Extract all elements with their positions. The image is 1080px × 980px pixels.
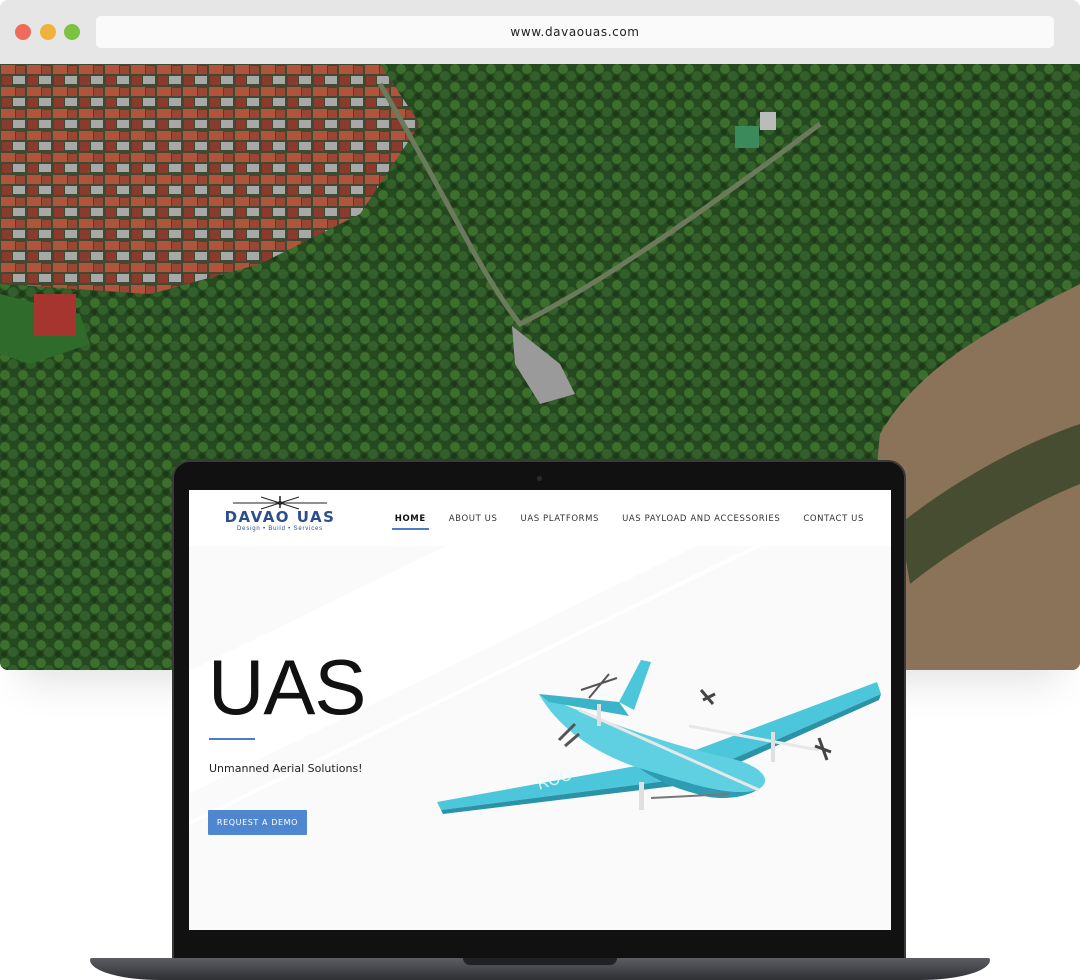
maximize-window-button[interactable] bbox=[64, 24, 80, 40]
hero-divider bbox=[209, 738, 255, 740]
laptop-camera bbox=[537, 476, 542, 481]
laptop-screen: DAVAO UAS Design • Build • Services HOME… bbox=[189, 490, 891, 930]
site-logo[interactable]: DAVAO UAS Design • Build • Services bbox=[213, 494, 347, 534]
nav-uas-payload[interactable]: UAS PAYLOAD AND ACCESSORIES bbox=[619, 514, 783, 530]
main-navigation: HOME ABOUT US UAS PLATFORMS UAS PAYLOAD … bbox=[391, 514, 867, 530]
minimize-window-button[interactable] bbox=[40, 24, 56, 40]
hero-subtitle: Unmanned Aerial Solutions! bbox=[209, 762, 363, 775]
request-demo-button[interactable]: REQUEST A DEMO bbox=[208, 810, 307, 835]
vtol-drone-image: ROO bbox=[437, 660, 881, 814]
nav-uas-platforms[interactable]: UAS PLATFORMS bbox=[518, 514, 603, 530]
hero-title: UAS bbox=[208, 643, 366, 731]
nav-home[interactable]: HOME bbox=[391, 514, 429, 530]
site-header: DAVAO UAS Design • Build • Services HOME… bbox=[189, 490, 891, 546]
logo-tagline: Design • Build • Services bbox=[237, 526, 323, 532]
close-window-button[interactable] bbox=[15, 24, 31, 40]
logo-wordmark: DAVAO UAS bbox=[224, 508, 336, 526]
nav-about-us[interactable]: ABOUT US bbox=[446, 514, 501, 530]
address-bar[interactable]: www.davaouas.com bbox=[96, 16, 1054, 48]
nav-contact-us[interactable]: CONTACT US bbox=[800, 514, 867, 530]
browser-toolbar: www.davaouas.com bbox=[0, 0, 1080, 64]
laptop-notch bbox=[463, 958, 617, 965]
